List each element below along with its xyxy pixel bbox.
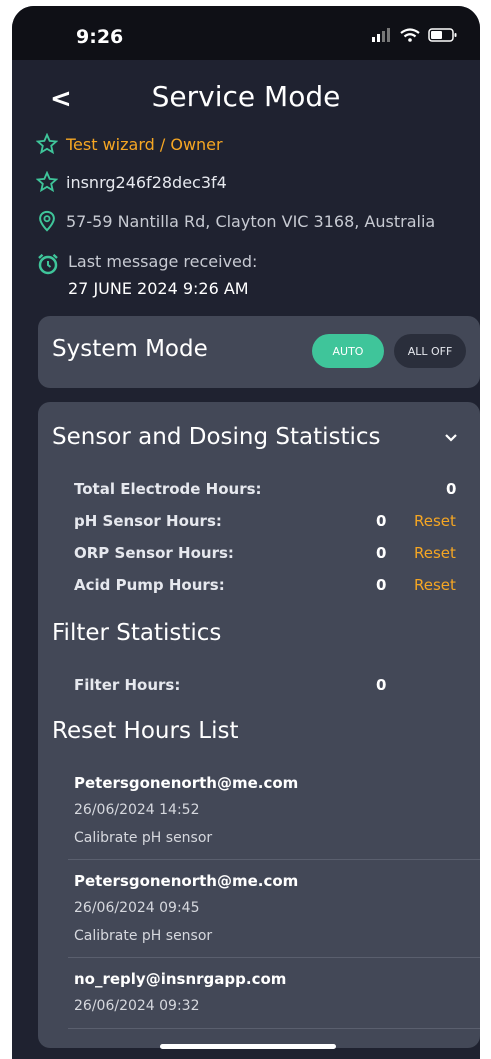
device-row: insnrg246f28dec3f4	[36, 171, 227, 193]
signal-icon	[372, 28, 390, 42]
stat-value: 0	[376, 544, 387, 562]
filter-hours-value: 0	[376, 676, 387, 694]
battery-icon	[428, 28, 457, 42]
last-message-value: 27 JUNE 2024 9:26 AM	[68, 279, 249, 298]
wifi-icon	[400, 28, 420, 42]
stat-value: 0	[376, 576, 387, 594]
reset-list-title: Reset Hours List	[52, 718, 239, 744]
reset-entry-datetime: 26/06/2024 14:52	[74, 802, 200, 818]
auto-mode-button[interactable]: AUTO	[312, 334, 384, 368]
home-indicator[interactable]	[160, 1044, 336, 1049]
phone-screen: 9:26 < Service Mode Test wizard / Owner …	[12, 6, 480, 1059]
reset-ph-button[interactable]: Reset	[414, 512, 456, 530]
stat-label: Acid Pump Hours:	[74, 576, 225, 594]
filter-hours-label: Filter Hours:	[74, 676, 181, 694]
star-icon	[36, 171, 58, 193]
page-title: Service Mode	[151, 80, 341, 113]
status-time: 9:26	[76, 26, 124, 48]
address-text: 57-59 Nantilla Rd, Clayton VIC 3168, Aus…	[66, 211, 436, 231]
device-id: insnrg246f28dec3f4	[66, 172, 227, 192]
stat-value: 0	[446, 480, 457, 498]
chevron-down-icon[interactable]	[443, 432, 459, 444]
location-pin-icon	[39, 210, 55, 232]
address-row: 57-59 Nantilla Rd, Clayton VIC 3168, Aus…	[36, 210, 435, 232]
statistics-card: Sensor and Dosing Statistics Total Elect…	[38, 402, 480, 1048]
stat-label: ORP Sensor Hours:	[74, 544, 234, 562]
star-icon	[36, 133, 58, 155]
owner-row: Test wizard / Owner	[36, 133, 223, 155]
alarm-clock-icon	[38, 253, 58, 275]
stat-label: Total Electrode Hours:	[74, 480, 262, 498]
filter-stats-title: Filter Statistics	[52, 620, 222, 646]
all-off-button[interactable]: ALL OFF	[394, 334, 466, 368]
last-message-row: Last message received: 27 JUNE 2024 9:26…	[36, 252, 257, 298]
reset-acid-pump-button[interactable]: Reset	[414, 576, 456, 594]
divider	[68, 957, 480, 958]
header: < Service Mode	[12, 76, 480, 124]
reset-entry-email: Petersgonenorth@me.com	[74, 774, 299, 792]
divider	[68, 859, 480, 860]
reset-entry-datetime: 26/06/2024 09:45	[74, 900, 200, 916]
divider	[68, 1028, 480, 1029]
reset-entry-datetime: 26/06/2024 09:32	[74, 998, 200, 1014]
status-bar: 9:26	[12, 6, 480, 60]
reset-entry-email: no_reply@insnrgapp.com	[74, 970, 287, 988]
status-icons	[372, 28, 458, 42]
reset-entry-action: Calibrate pH sensor	[74, 928, 213, 944]
owner-text: Test wizard / Owner	[66, 134, 223, 154]
stat-value: 0	[376, 512, 387, 530]
stat-label: pH Sensor Hours:	[74, 512, 222, 530]
last-message-label: Last message received:	[68, 252, 258, 271]
sensor-stats-title[interactable]: Sensor and Dosing Statistics	[52, 424, 381, 450]
reset-orp-button[interactable]: Reset	[414, 544, 456, 562]
system-mode-label: System Mode	[52, 336, 208, 362]
reset-entry-action: Calibrate pH sensor	[74, 830, 213, 846]
reset-entry-email: Petersgonenorth@me.com	[74, 872, 299, 890]
system-mode-card: System Mode AUTO ALL OFF	[38, 316, 480, 388]
